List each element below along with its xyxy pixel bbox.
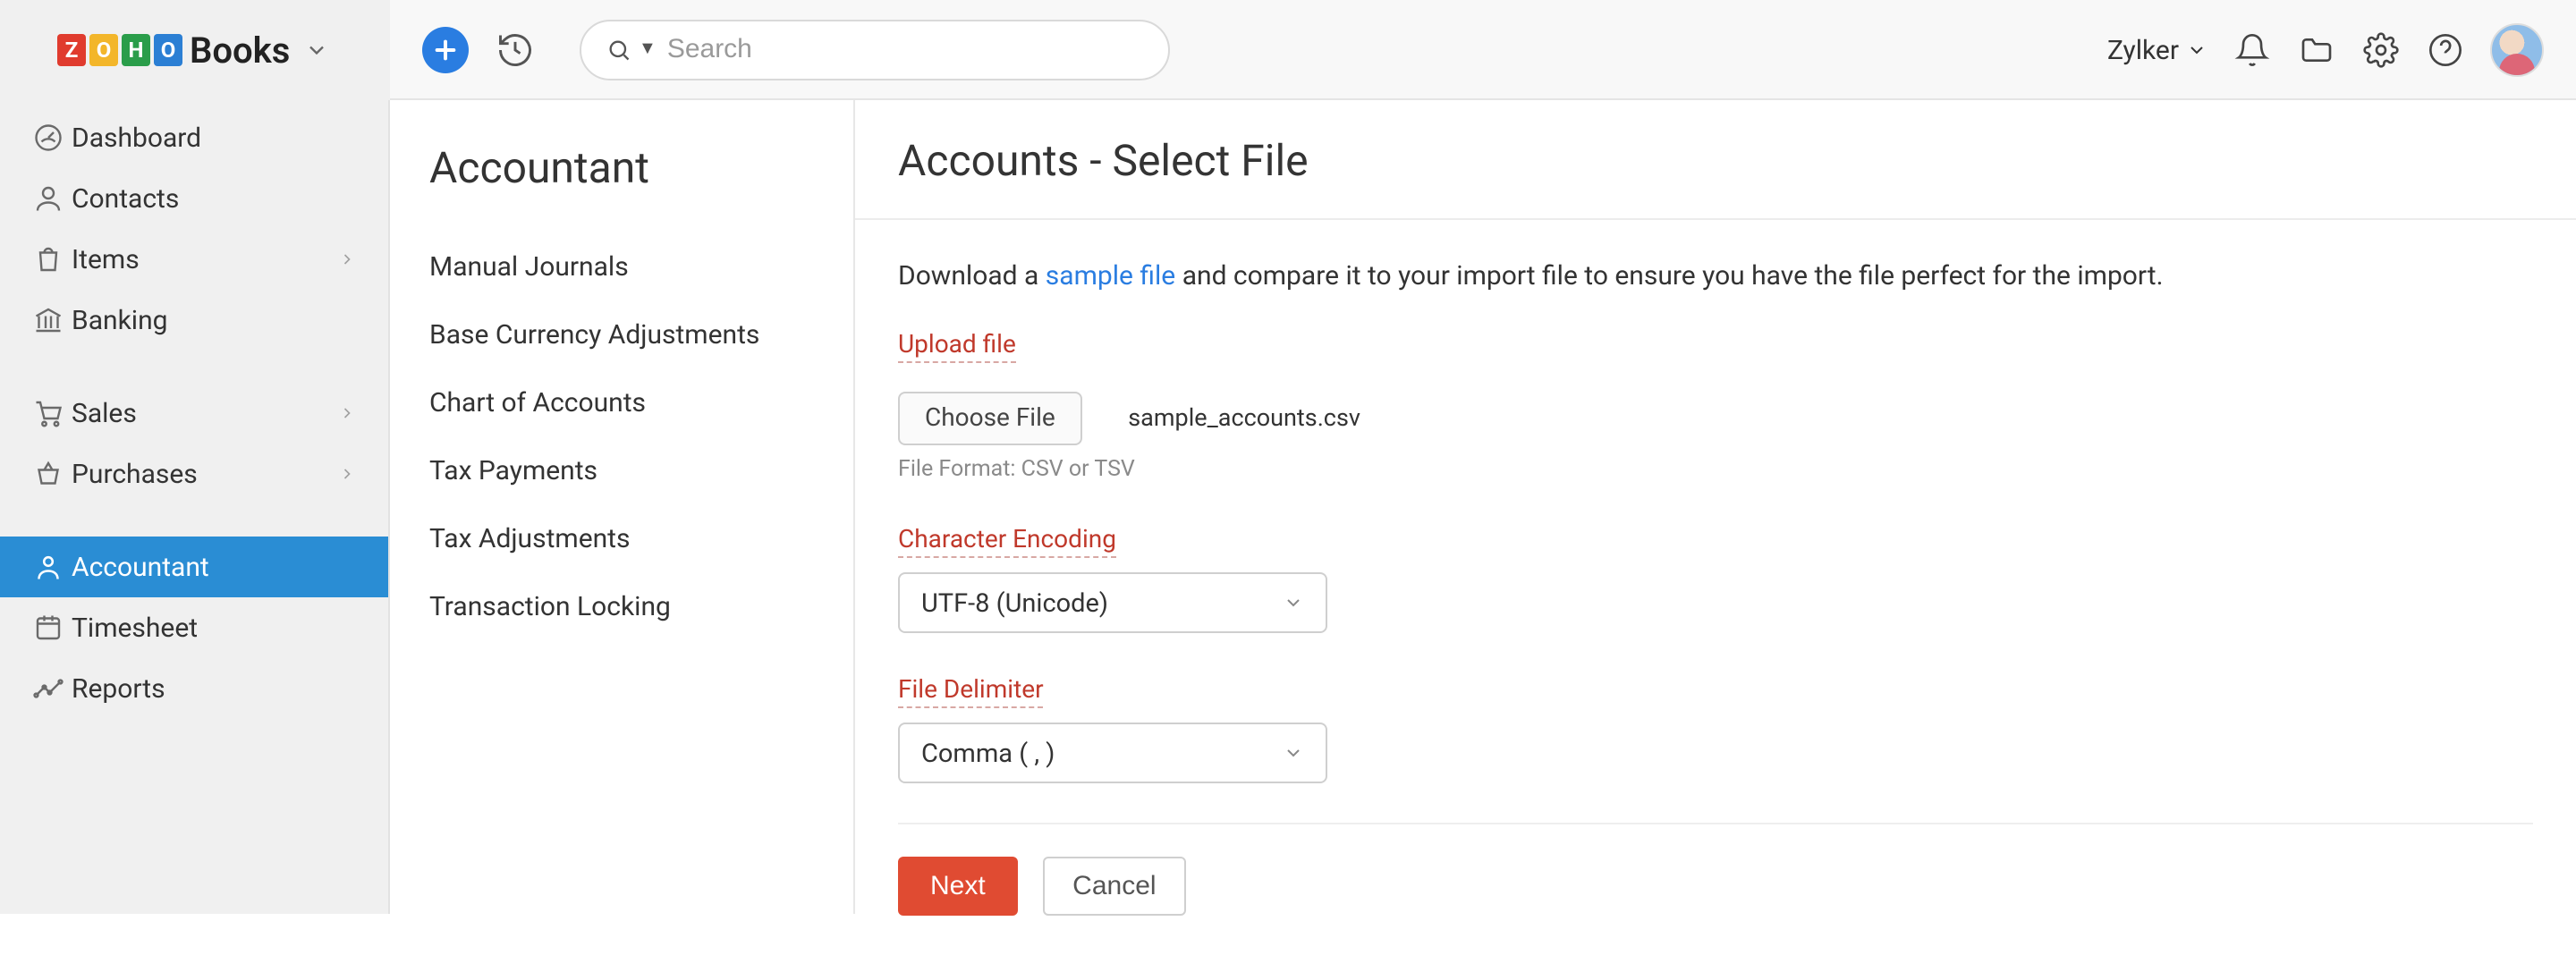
nav-item-banking[interactable]: Banking <box>0 290 388 351</box>
nav-item-label: Dashboard <box>72 122 201 154</box>
next-button[interactable]: Next <box>898 857 1018 916</box>
file-delimiter-select[interactable]: Comma ( , ) <box>898 723 1327 783</box>
chevron-right-icon <box>338 465 356 483</box>
brand-area[interactable]: Z O H O Books <box>0 0 390 99</box>
nav-item-label: Reports <box>72 672 165 705</box>
caret-down-icon: ▼ <box>639 39 657 59</box>
nav-item-items[interactable]: Items <box>0 229 388 290</box>
sub-nav-item[interactable]: Chart of Accounts <box>390 368 853 436</box>
cancel-button[interactable]: Cancel <box>1042 857 1186 916</box>
quick-create-button[interactable] <box>422 26 469 72</box>
nav-item-label: Sales <box>72 397 137 429</box>
brand-books: Books <box>190 28 290 71</box>
nav-item-label: Contacts <box>72 182 179 215</box>
nav-item-label: Banking <box>72 304 168 336</box>
graph-icon <box>32 672 72 705</box>
sub-nav-item[interactable]: Tax Payments <box>390 436 853 504</box>
nav-item-accountant[interactable]: Accountant <box>0 537 388 597</box>
selected-filename: sample_accounts.csv <box>1128 404 1360 433</box>
gauge-icon <box>32 122 72 154</box>
chevron-down-icon <box>304 37 329 62</box>
search-icon <box>606 37 631 62</box>
chevron-down-icon <box>1283 592 1304 613</box>
nav-item-label: Accountant <box>72 551 209 583</box>
calendar-icon <box>32 612 72 644</box>
nav-item-sales[interactable]: Sales <box>0 383 388 444</box>
organization-switcher[interactable]: Zylker <box>2107 33 2207 65</box>
upload-file-label: Upload file <box>898 331 1016 363</box>
nav-item-purchases[interactable]: Purchases <box>0 444 388 504</box>
folder-icon[interactable] <box>2297 30 2336 69</box>
nav-item-reports[interactable]: Reports <box>0 658 388 719</box>
chevron-down-icon <box>2186 38 2207 60</box>
zoho-logo: Z O H O <box>57 33 182 65</box>
recent-activity-icon[interactable] <box>494 28 537 71</box>
sub-nav-item[interactable]: Transaction Locking <box>390 572 853 640</box>
help-icon[interactable] <box>2426 30 2465 69</box>
person-icon <box>32 182 72 215</box>
character-encoding-label: Character Encoding <box>898 526 1116 558</box>
chevron-right-icon <box>338 250 356 268</box>
page-title: Accounts - Select File <box>898 136 2533 186</box>
user-avatar[interactable] <box>2490 22 2544 76</box>
character-encoding-select[interactable]: UTF-8 (Unicode) <box>898 572 1327 633</box>
nav-item-timesheet[interactable]: Timesheet <box>0 597 388 658</box>
choose-file-button[interactable]: Choose File <box>898 392 1082 445</box>
character-encoding-value: UTF-8 (Unicode) <box>921 587 1108 618</box>
file-delimiter-value: Comma ( , ) <box>921 738 1055 768</box>
secondary-sidebar: Accountant Manual JournalsBase Currency … <box>390 100 855 914</box>
bank-icon <box>32 304 72 336</box>
sub-nav-item[interactable]: Manual Journals <box>390 232 853 300</box>
basket-icon <box>32 458 72 490</box>
nav-item-dashboard[interactable]: Dashboard <box>0 107 388 168</box>
primary-sidebar: Dashboard Contacts Items Banking Sales Purcha… <box>0 100 390 914</box>
bag-icon <box>32 243 72 275</box>
search-input[interactable] <box>667 34 1143 64</box>
nav-item-label: Items <box>72 243 140 275</box>
divider <box>898 823 2533 824</box>
nav-item-label: Timesheet <box>72 612 198 644</box>
search-box[interactable]: ▼ <box>580 19 1170 80</box>
nav-item-label: Purchases <box>72 458 198 490</box>
badge-icon <box>32 551 72 583</box>
chevron-right-icon <box>338 404 356 422</box>
file-delimiter-label: File Delimiter <box>898 676 1044 708</box>
sub-nav-item[interactable]: Base Currency Adjustments <box>390 300 853 368</box>
cart-icon <box>32 397 72 429</box>
nav-item-contacts[interactable]: Contacts <box>0 168 388 229</box>
chevron-down-icon <box>1283 742 1304 764</box>
settings-icon[interactable] <box>2361 30 2401 69</box>
sample-file-link[interactable]: sample file <box>1046 259 1175 292</box>
main-header: Accounts - Select File <box>855 100 2576 220</box>
instruction-text: and compare it to your import file to en… <box>1182 259 2164 292</box>
notifications-icon[interactable] <box>2233 30 2272 69</box>
import-instructions: Download a sample file and compare it to… <box>898 259 2533 292</box>
secondary-sidebar-title: Accountant <box>390 143 853 232</box>
file-format-hint: File Format: CSV or TSV <box>898 456 2533 483</box>
organization-name: Zylker <box>2107 33 2179 65</box>
sub-nav-item[interactable]: Tax Adjustments <box>390 504 853 572</box>
instruction-text: Download a <box>898 259 1046 292</box>
